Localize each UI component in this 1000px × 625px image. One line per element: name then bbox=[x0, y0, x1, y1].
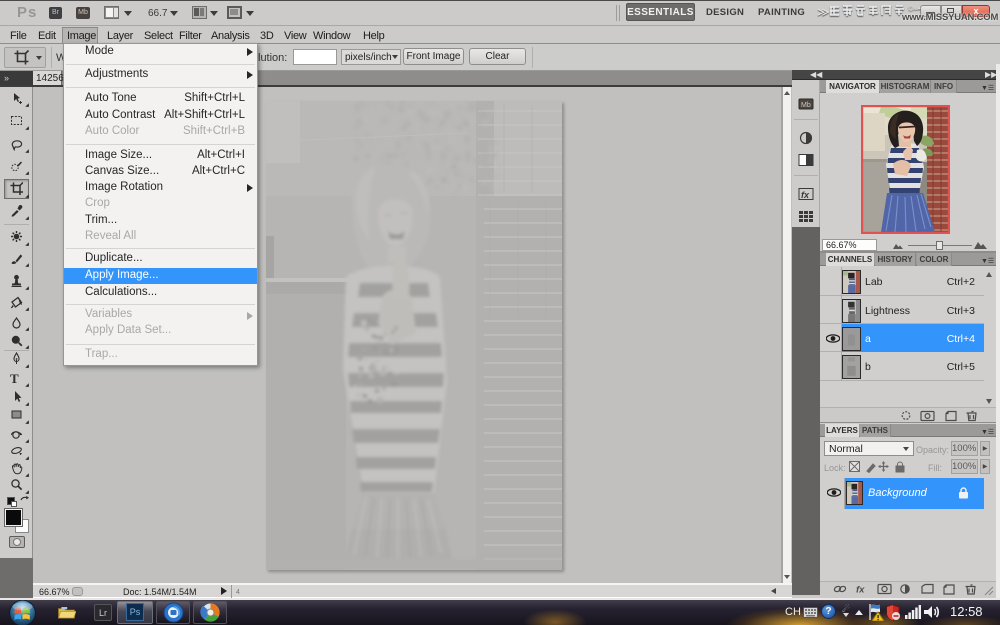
svg-text:Mb: Mb bbox=[801, 102, 811, 109]
svg-text:fx: fx bbox=[856, 585, 865, 596]
svg-text:fx: fx bbox=[801, 190, 810, 200]
